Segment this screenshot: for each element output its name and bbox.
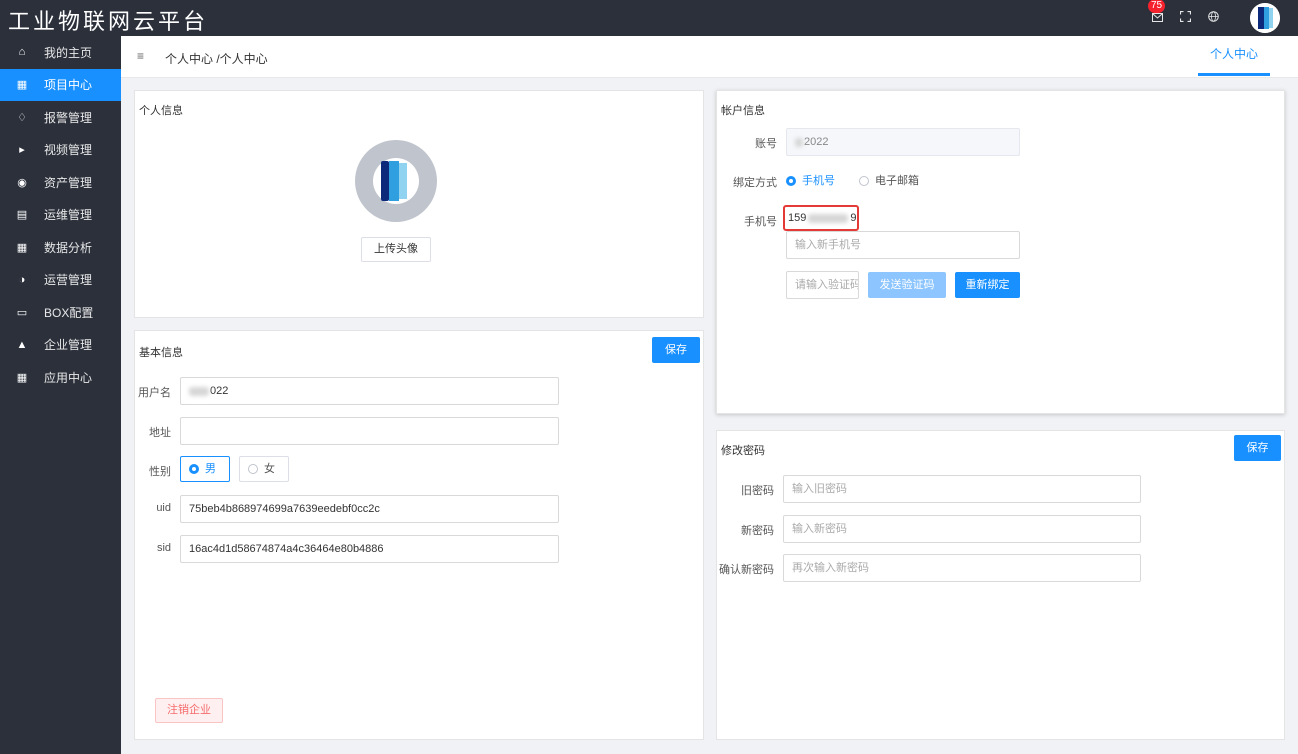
save-basic-info-button[interactable]: 保存 (652, 337, 700, 363)
new-phone-input[interactable]: 输入新手机号 (786, 231, 1020, 259)
sidebar-item-operations[interactable]: ▤ 运维管理 (0, 199, 121, 232)
phone-label: 手机号 (744, 216, 777, 228)
content-header: ≡ 个人中心 /个人中心 个人中心 (121, 36, 1298, 78)
breadcrumb: 个人中心 /个人中心 (165, 52, 268, 66)
rebind-button[interactable]: 重新绑定 (955, 272, 1020, 298)
sidebar-item-apps[interactable]: ▦ 应用中心 (0, 361, 121, 394)
redacted-text (795, 137, 803, 147)
app-title: 工业物联网云平台 (8, 10, 209, 35)
basic-info-title: 基本信息 (139, 347, 183, 359)
address-input[interactable] (180, 417, 559, 445)
confirm-password-input[interactable]: 再次输入新密码 (783, 554, 1141, 582)
tab-personal-center[interactable]: 个人中心 (1198, 36, 1270, 76)
binding-label: 绑定方式 (733, 177, 777, 189)
account-label: 账号 (755, 138, 777, 150)
radio-unchecked-icon (859, 176, 869, 187)
redacted-text (808, 213, 849, 223)
new-password-label: 新密码 (741, 525, 774, 537)
phone-value-highlight: 159 9 (783, 205, 859, 231)
account-info-title: 帐户信息 (721, 105, 765, 117)
menu-toggle-icon[interactable]: ≡ (137, 49, 144, 63)
new-password-input[interactable]: 输入新密码 (783, 515, 1141, 543)
gender-male-radio[interactable]: 男 (180, 456, 230, 482)
pie-icon: ◑ (18, 273, 26, 286)
confirm-password-label: 确认新密码 (719, 564, 774, 576)
radio-checked-icon (189, 464, 199, 475)
change-password-title: 修改密码 (721, 445, 765, 457)
video-icon: ▸ (19, 144, 25, 157)
uid-label: uid (156, 502, 171, 514)
old-password-input[interactable]: 输入旧密码 (783, 475, 1141, 503)
sidebar-item-box-config[interactable]: ▭ BOX配置 (0, 296, 121, 329)
monitor-icon: ▭ (16, 306, 28, 319)
account-input: 2022 (786, 128, 1020, 156)
change-password-card: 修改密码 保存 旧密码 输入旧密码 新密码 输入新密码 确认新密码 再次输入新密… (716, 430, 1285, 740)
document-icon: ▤ (16, 209, 28, 222)
cancel-enterprise-button[interactable]: 注销企业 (155, 698, 223, 723)
sidebar-item-video[interactable]: ▸ 视频管理 (0, 134, 121, 167)
uid-input[interactable]: 75beb4b868974699a7639eedebf0cc2c (180, 495, 559, 523)
top-icons: 75 (1148, 0, 1280, 36)
binding-phone-radio[interactable]: 手机号 (786, 172, 835, 188)
gender-label: 性别 (149, 466, 171, 478)
grid-icon: ▦ (16, 79, 28, 92)
username-input[interactable]: 022 (180, 377, 559, 405)
sidebar-item-enterprise[interactable]: ▲ 企业管理 (0, 329, 121, 362)
gender-female-radio[interactable]: 女 (239, 456, 289, 482)
save-password-button[interactable]: 保存 (1234, 435, 1281, 461)
globe-icon[interactable] (1206, 11, 1220, 25)
verification-code-input[interactable]: 请输入验证码 (786, 271, 859, 299)
binding-email-radio[interactable]: 电子邮箱 (859, 172, 919, 188)
send-code-button[interactable]: 发送验证码 (868, 272, 946, 298)
fullscreen-icon[interactable] (1178, 10, 1192, 25)
sidebar-item-alarms[interactable]: ♢ 报警管理 (0, 101, 121, 134)
top-bar: 工业物联网云平台 75 (0, 0, 1298, 36)
sidebar-item-business[interactable]: ◑ 运营管理 (0, 264, 121, 297)
user-avatar[interactable] (1250, 3, 1280, 33)
notification-badge: 75 (1148, 0, 1166, 13)
radio-checked-icon (786, 176, 796, 187)
sid-input[interactable]: 16ac4d1d58674874a4c36464e80b4886 (180, 535, 559, 563)
grid-icon: ▦ (16, 241, 28, 254)
bell-icon: ♢ (17, 111, 27, 124)
profile-avatar (355, 140, 437, 222)
personal-info-title: 个人信息 (139, 105, 183, 117)
sidebar: ⌂ 我的主页 ▦ 项目中心 ♢ 报警管理 ▸ 视频管理 ◉ 资产管理 ▤ 运维管… (0, 36, 121, 754)
camera-icon: ◉ (17, 176, 27, 189)
account-info-card: 帐户信息 账号 2022 绑定方式 手机号 电子邮箱 手机号 159 9 输入新手… (716, 90, 1285, 414)
grid-icon: ▦ (16, 371, 28, 384)
username-label: 用户名 (138, 387, 171, 399)
address-label: 地址 (149, 427, 171, 439)
sid-label: sid (156, 542, 171, 554)
sidebar-item-projects[interactable]: ▦ 项目中心 (0, 68, 121, 101)
upload-avatar-button[interactable]: 上传头像 (361, 237, 431, 262)
sidebar-item-analytics[interactable]: ▦ 数据分析 (0, 231, 121, 264)
sidebar-item-home[interactable]: ⌂ 我的主页 (0, 36, 121, 69)
mail-icon[interactable]: 75 (1148, 0, 1166, 25)
basic-info-card: 基本信息 保存 用户名 022 地址 性别 男 女 uid 75beb4b868… (134, 330, 704, 740)
org-icon: ▲ (16, 338, 28, 351)
home-icon: ⌂ (18, 46, 26, 59)
redacted-text (189, 386, 209, 396)
personal-info-card: 个人信息 上传头像 (134, 90, 704, 318)
old-password-label: 旧密码 (741, 485, 774, 497)
sidebar-item-assets[interactable]: ◉ 资产管理 (0, 166, 121, 199)
radio-unchecked-icon (248, 464, 258, 475)
